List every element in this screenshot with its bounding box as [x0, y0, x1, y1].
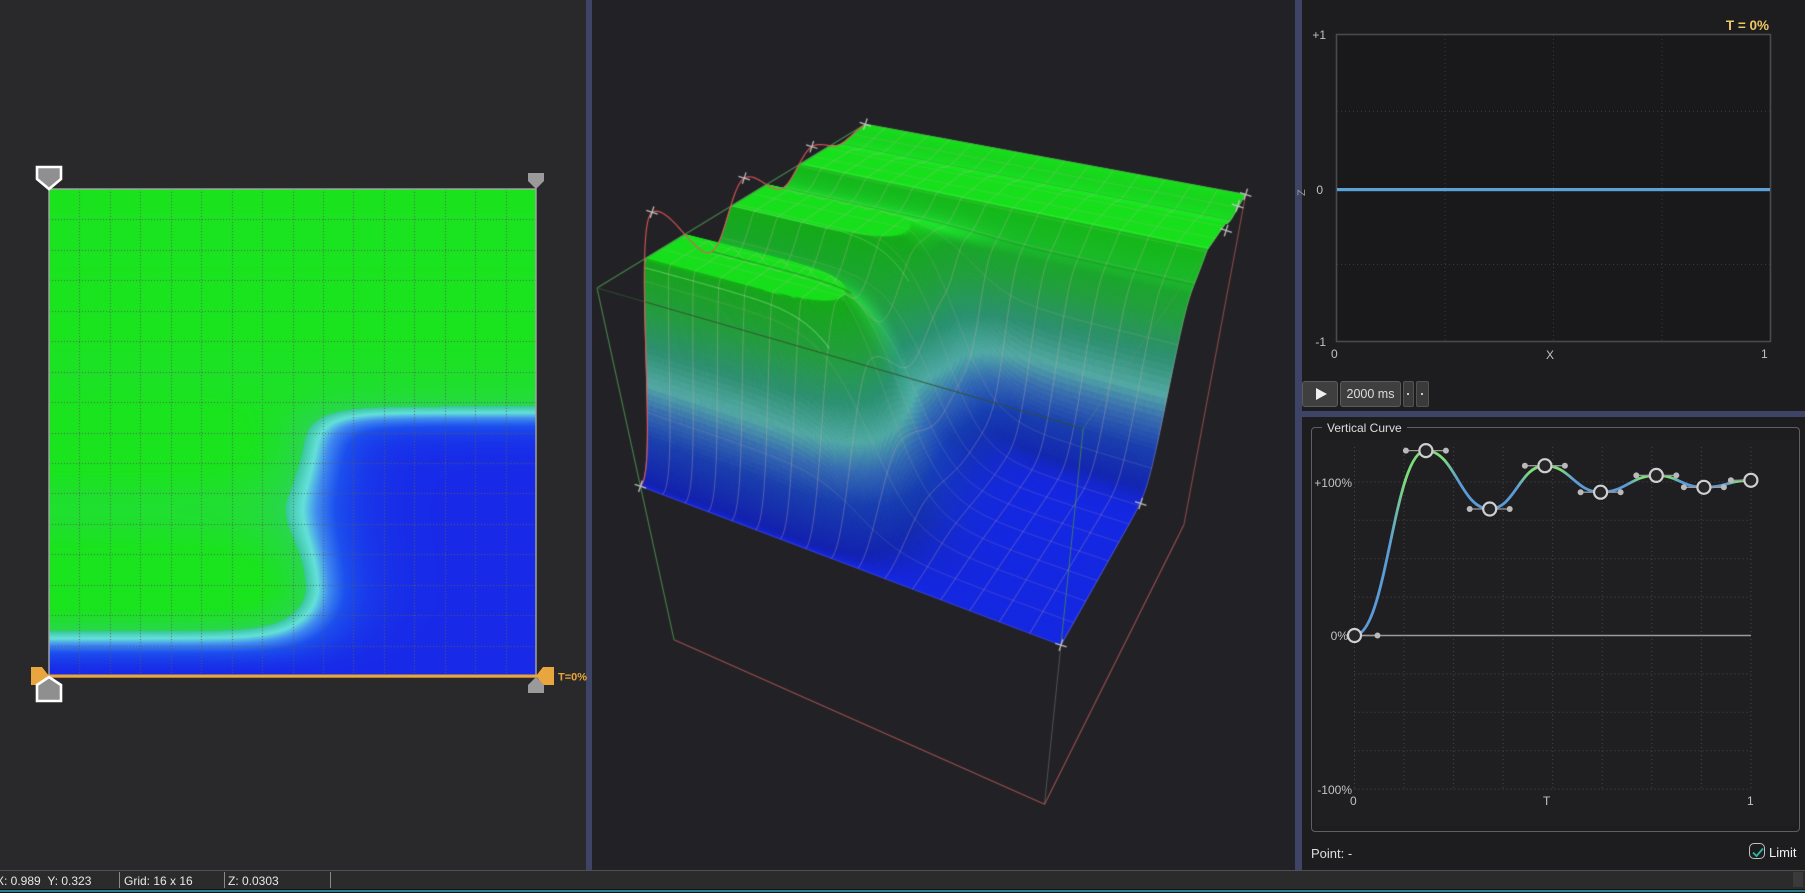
svg-text:Z: Z [1296, 189, 1308, 196]
